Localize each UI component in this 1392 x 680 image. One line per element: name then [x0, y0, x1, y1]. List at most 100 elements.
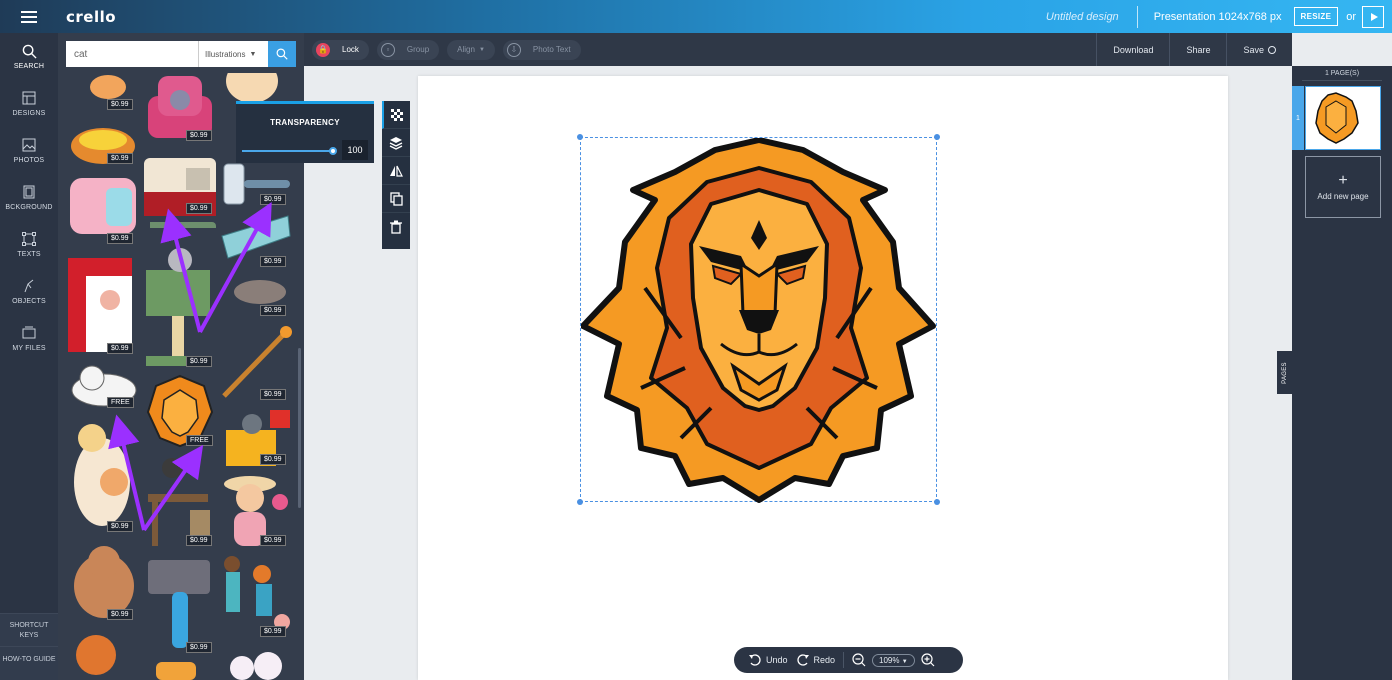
filter-label: Illustrations — [205, 49, 246, 59]
annotation-arrows — [108, 201, 272, 532]
zoom-dropdown[interactable]: 109% ▼ — [872, 653, 915, 667]
left-navigation: SEARCH DESIGNS PHOTOS BCKGROUND TEXTS OB… — [0, 33, 58, 680]
photos-icon — [21, 137, 37, 153]
photo-text-button[interactable]: ⇩ Photo Text — [502, 39, 581, 60]
nav-label: OBJECTS — [12, 298, 46, 305]
design-page[interactable] — [418, 76, 1228, 680]
zoom-value: 109% — [879, 655, 900, 665]
search-button[interactable] — [268, 41, 296, 67]
resize-handle[interactable] — [577, 134, 583, 140]
result-item[interactable] — [222, 646, 288, 680]
redo-label: Redo — [813, 655, 836, 665]
group-label: Group — [406, 45, 430, 54]
resize-handle[interactable] — [577, 499, 583, 505]
align-button[interactable]: Align ▼ — [447, 39, 495, 60]
nav-objects[interactable]: OBJECTS — [0, 268, 58, 315]
divider — [843, 652, 845, 668]
pages-tab[interactable]: PAGES — [1277, 351, 1292, 394]
transparency-title: TRANSPARENCY — [270, 118, 340, 127]
transparency-slider-handle[interactable] — [329, 147, 337, 155]
redo-icon — [796, 654, 809, 666]
download-button[interactable]: Download — [1096, 33, 1169, 66]
group-icon: ▫ — [380, 42, 395, 57]
nav-label: PHOTOS — [13, 157, 45, 164]
price-badge: $0.99 — [186, 130, 212, 141]
pages-tab-label: PAGES — [1281, 361, 1288, 384]
canvas-workspace — [304, 66, 1292, 680]
transparency-slider[interactable] — [242, 150, 334, 152]
search-bar: Illustrations▼ — [66, 41, 296, 67]
save-button[interactable]: Save — [1226, 33, 1292, 66]
selected-lion-illustration[interactable] — [577, 134, 940, 505]
nav-photos[interactable]: PHOTOS — [0, 127, 58, 174]
nav-label: DESIGNS — [12, 110, 46, 117]
price-badge: $0.99 — [107, 99, 133, 110]
zoom-in-icon[interactable] — [921, 653, 935, 667]
page-thumbnail[interactable] — [1305, 86, 1381, 150]
duplicate-tool[interactable] — [382, 185, 410, 213]
chevron-down-icon: ▼ — [249, 50, 257, 58]
zoom-out-icon[interactable] — [852, 653, 866, 667]
transparency-icon — [391, 108, 403, 121]
result-item[interactable] — [142, 556, 218, 652]
price-badge: $0.99 — [107, 153, 133, 164]
nav-designs[interactable]: DESIGNS — [0, 80, 58, 127]
resize-handle[interactable] — [934, 134, 940, 140]
resize-handle[interactable] — [934, 499, 940, 505]
document-size: Presentation 1024x768 px — [1153, 10, 1282, 23]
search-icon — [21, 43, 37, 59]
top-bar: crello Untitled design Presentation 1024… — [0, 0, 1392, 33]
nav-my-files[interactable]: MY FILES — [0, 315, 58, 362]
how-to-guide-button[interactable]: HOW-TO GUIDE — [0, 646, 58, 680]
resize-button[interactable]: RESIZE — [1293, 7, 1339, 26]
redo-button[interactable]: Redo — [796, 654, 836, 666]
transparency-value[interactable]: 100 — [342, 140, 368, 160]
object-toolbar: 🔒 Lock ▫ Group Align ▼ ⇩ Photo Text Download… — [304, 33, 1292, 66]
app-logo[interactable]: crello — [66, 8, 116, 26]
page-count: 1 PAGE(S) — [1302, 70, 1382, 81]
nav-background[interactable]: BCKGROUND — [0, 174, 58, 221]
background-icon — [21, 184, 37, 200]
flip-tool[interactable] — [382, 157, 410, 185]
divider — [1136, 5, 1138, 28]
document-title[interactable]: Untitled design — [1046, 11, 1119, 23]
filter-dropdown[interactable]: Illustrations ▼ — [198, 41, 268, 67]
nav-label: MY FILES — [12, 345, 46, 352]
copy-icon — [389, 191, 403, 206]
page-thumbnail-preview — [1315, 92, 1359, 144]
layers-icon — [389, 136, 403, 150]
menu-icon[interactable] — [0, 0, 58, 33]
search-icon — [276, 48, 288, 60]
layers-tool[interactable] — [382, 129, 410, 157]
objects-icon — [21, 278, 37, 294]
nav-search[interactable]: SEARCH — [0, 33, 58, 80]
result-item[interactable] — [70, 625, 130, 680]
delete-tool[interactable] — [382, 213, 410, 241]
my-files-icon — [21, 325, 37, 341]
search-input[interactable] — [66, 41, 198, 67]
photo-text-label: Photo Text — [532, 45, 571, 54]
designs-icon — [21, 90, 37, 106]
result-item[interactable] — [154, 660, 198, 680]
plus-icon: + — [1338, 171, 1348, 189]
group-button[interactable]: ▫ Group — [376, 39, 440, 60]
nav-texts[interactable]: TEXTS — [0, 221, 58, 268]
pages-panel: 1 PAGE(S) 1 + Add new page — [1292, 66, 1392, 680]
add-page-label: Add new page — [1317, 191, 1369, 201]
share-button[interactable]: Share — [1169, 33, 1226, 66]
or-label: or — [1346, 10, 1356, 23]
lion-illustration — [580, 137, 936, 503]
add-page-button[interactable]: + Add new page — [1305, 156, 1381, 218]
lock-label: Lock — [342, 45, 359, 54]
results-scrollbar[interactable] — [298, 348, 301, 508]
lock-button[interactable]: 🔒 Lock — [312, 39, 369, 60]
photo-text-icon: ⇩ — [506, 42, 521, 57]
transparency-popup: TRANSPARENCY 100 — [236, 101, 374, 163]
undo-button[interactable]: Undo — [748, 654, 788, 666]
price-badge: $0.99 — [186, 642, 212, 653]
present-button[interactable] — [1362, 5, 1384, 28]
transparency-tool[interactable] — [382, 101, 410, 129]
trash-icon — [390, 220, 402, 234]
shortcut-keys-button[interactable]: SHORTCUT KEYS — [0, 613, 58, 646]
flip-icon — [390, 165, 403, 177]
